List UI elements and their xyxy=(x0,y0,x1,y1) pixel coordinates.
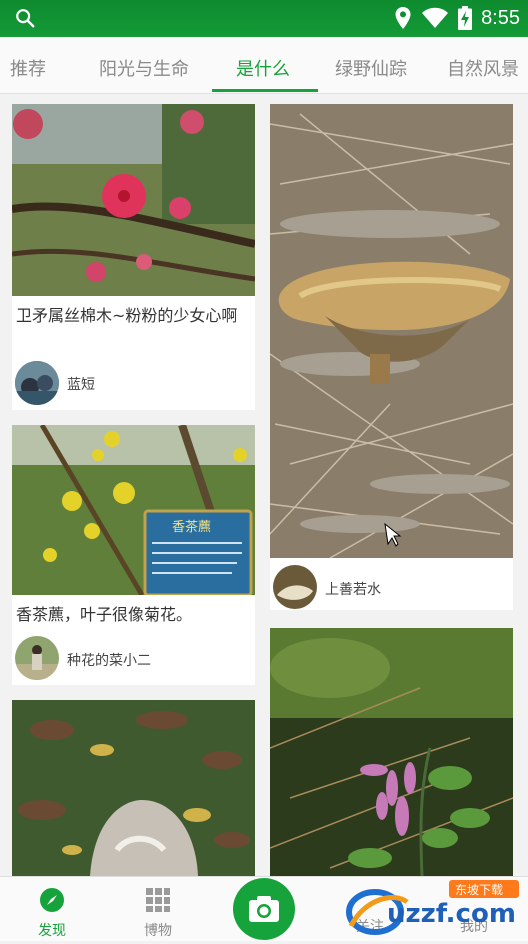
search-icon[interactable] xyxy=(14,7,36,29)
camera-button[interactable] xyxy=(233,878,295,940)
tab-nature-scenery[interactable]: 自然风景 xyxy=(447,55,519,81)
watermark-logo: uzzf.com 东坡下载 xyxy=(345,878,525,936)
tab-what-is[interactable]: 是什么 xyxy=(236,55,290,81)
nav-museum[interactable]: 博物 xyxy=(128,887,188,940)
watermark-text: 东坡下载 xyxy=(455,883,504,897)
post-card[interactable]: 卫矛属丝棉木~粉粉的少女心啊 蓝短 xyxy=(12,104,255,410)
nav-museum-label: 博物 xyxy=(144,923,172,939)
post-card[interactable] xyxy=(12,700,255,876)
post-title[interactable]: 香茶藨，叶子很像菊花。 xyxy=(16,603,248,627)
tab-recommend[interactable]: 推荐 xyxy=(10,55,46,81)
active-tab-indicator xyxy=(212,89,318,92)
nav-discover[interactable]: 发现 xyxy=(22,887,82,940)
tab-sunlight-life[interactable]: 阳光与生命 xyxy=(99,55,189,81)
username[interactable]: 蓝短 xyxy=(67,374,95,394)
post-photo[interactable]: 香茶藨 xyxy=(12,425,255,595)
status-bar: 8:55 xyxy=(0,0,528,37)
nav-discover-label: 发现 xyxy=(38,923,66,939)
avatar[interactable] xyxy=(15,361,59,405)
username[interactable]: 种花的菜小二 xyxy=(67,650,151,670)
compass-icon xyxy=(40,888,64,912)
tab-green-trail[interactable]: 绿野仙踪 xyxy=(335,55,407,81)
post-photo[interactable] xyxy=(270,628,513,876)
battery-charging-icon xyxy=(458,6,473,30)
avatar[interactable] xyxy=(15,636,59,680)
post-card[interactable]: 上善若水 xyxy=(270,104,513,610)
clock: 8:55 xyxy=(481,6,520,29)
post-photo[interactable] xyxy=(12,104,255,296)
camera-icon xyxy=(249,896,279,922)
svg-text:uzzf.com: uzzf.com xyxy=(387,899,516,929)
category-tabs: 推荐 阳光与生命 是什么 绿野仙踪 自然风景 xyxy=(0,37,528,94)
post-photo[interactable] xyxy=(12,700,255,876)
svg-text:香茶藨: 香茶藨 xyxy=(172,519,211,535)
post-photo[interactable] xyxy=(270,104,513,558)
grid-icon xyxy=(146,888,170,912)
avatar[interactable] xyxy=(273,565,317,609)
post-card[interactable] xyxy=(270,628,513,876)
wifi-icon xyxy=(422,7,449,28)
username[interactable]: 上善若水 xyxy=(325,579,381,599)
post-card[interactable]: 香茶藨 香茶藨，叶子很像菊花。 种花的菜小二 xyxy=(12,425,255,685)
post-title[interactable]: 卫矛属丝棉木~粉粉的少女心啊 xyxy=(16,304,248,328)
location-icon xyxy=(395,7,411,29)
